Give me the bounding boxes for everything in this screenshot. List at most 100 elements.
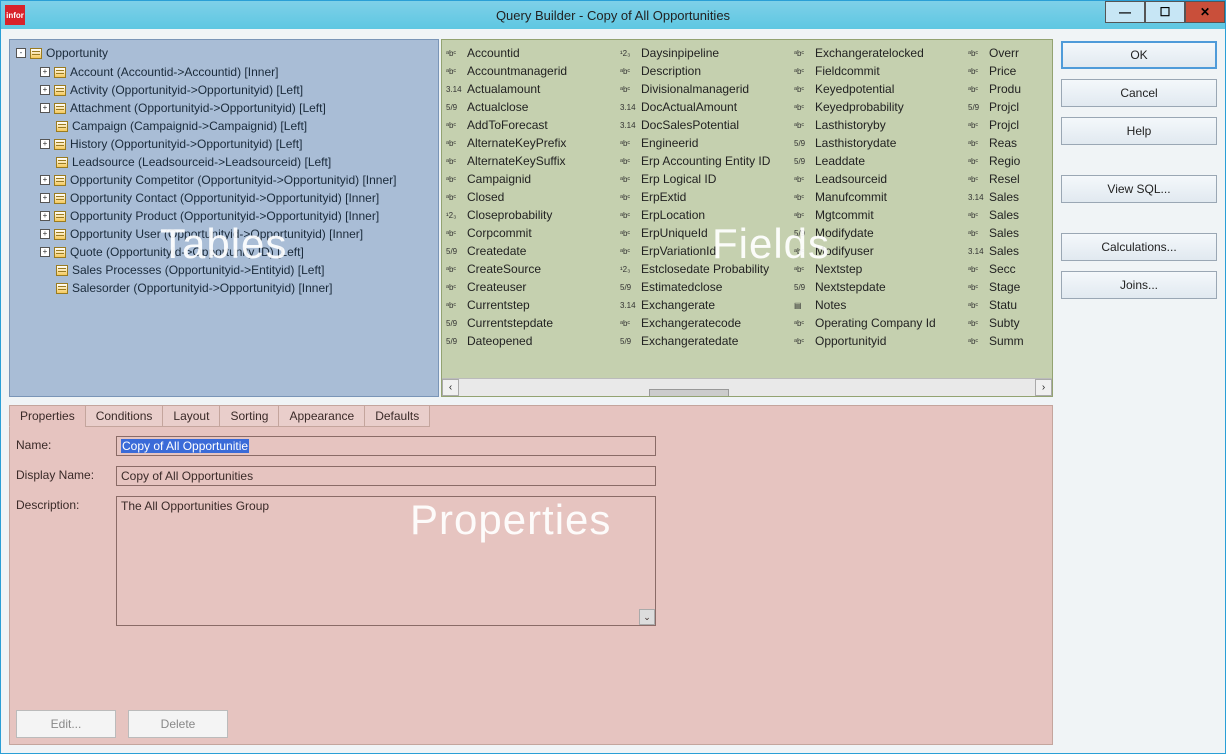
field-item[interactable]: 5/9Actualclose — [446, 98, 620, 116]
expand-icon[interactable]: + — [40, 103, 50, 113]
view-sql-button[interactable]: View SQL... — [1061, 175, 1217, 203]
field-item[interactable]: 5/9Leaddate — [794, 152, 968, 170]
field-item[interactable]: ᵃbᶜReas — [968, 134, 1028, 152]
description-textarea[interactable]: The All Opportunities Group ⌄ — [116, 496, 656, 626]
tree-item[interactable]: +Quote (Opportunityid->Opportunity ID) [… — [40, 243, 432, 261]
tab-defaults[interactable]: Defaults — [364, 405, 430, 427]
expand-icon[interactable]: + — [40, 193, 50, 203]
field-item[interactable]: 3.14Exchangerate — [620, 296, 794, 314]
maximize-button[interactable]: ☐ — [1145, 1, 1185, 23]
field-item[interactable]: ᵃbᶜExchangeratelocked — [794, 44, 968, 62]
tree-item[interactable]: +Account (Accountid->Accountid) [Inner] — [40, 63, 432, 81]
field-item[interactable]: ¹2₃Closeprobability — [446, 206, 620, 224]
tree-item[interactable]: +Attachment (Opportunityid->Opportunityi… — [40, 99, 432, 117]
field-item[interactable]: ᵃbᶜPrice — [968, 62, 1028, 80]
delete-button[interactable]: Delete — [128, 710, 228, 738]
scroll-thumb[interactable] — [649, 389, 729, 398]
tab-layout[interactable]: Layout — [162, 405, 220, 427]
expand-icon[interactable]: + — [40, 229, 50, 239]
field-item[interactable]: ᵃbᶜSales — [968, 206, 1028, 224]
field-item[interactable]: ᵃbᶜMgtcommit — [794, 206, 968, 224]
field-item[interactable]: ᵃbᶜLasthistoryby — [794, 116, 968, 134]
fields-horizontal-scrollbar[interactable]: ‹ › — [442, 378, 1052, 396]
tab-conditions[interactable]: Conditions — [85, 405, 164, 427]
field-item[interactable]: ᵃbᶜCreateuser — [446, 278, 620, 296]
field-item[interactable]: ᵃbᶜFieldcommit — [794, 62, 968, 80]
field-item[interactable]: ᵃbᶜSecc — [968, 260, 1028, 278]
tree-item[interactable]: +Opportunity Contact (Opportunityid->Opp… — [40, 189, 432, 207]
field-item[interactable]: 5/9Estimatedclose — [620, 278, 794, 296]
field-item[interactable]: 3.14DocSalesPotential — [620, 116, 794, 134]
field-item[interactable]: ᵃbᶜAlternateKeyPrefix — [446, 134, 620, 152]
field-item[interactable]: 3.14Sales — [968, 242, 1028, 260]
field-item[interactable]: ᵃbᶜOpportunityid — [794, 332, 968, 350]
expand-icon[interactable]: + — [40, 67, 50, 77]
field-item[interactable]: ᵃbᶜOverr — [968, 44, 1028, 62]
field-item[interactable]: ᵃbᶜKeyedprobability — [794, 98, 968, 116]
textarea-scroll-down-icon[interactable]: ⌄ — [639, 609, 655, 625]
field-item[interactable]: ᵃbᶜAlternateKeySuffix — [446, 152, 620, 170]
field-item[interactable]: ᵃbᶜCampaignid — [446, 170, 620, 188]
tree-item[interactable]: +Opportunity Product (Opportunityid->Opp… — [40, 207, 432, 225]
field-item[interactable]: ᵃbᶜRegio — [968, 152, 1028, 170]
field-item[interactable]: 5/9Currentstepdate — [446, 314, 620, 332]
field-item[interactable]: ᵃbᶜSumm — [968, 332, 1028, 350]
field-item[interactable]: ᵃbᶜErpUniqueId — [620, 224, 794, 242]
tables-pane[interactable]: - Opportunity +Account (Accountid->Accou… — [9, 39, 439, 397]
field-item[interactable]: ᵃbᶜResel — [968, 170, 1028, 188]
field-item[interactable]: ᵃbᶜErpLocation — [620, 206, 794, 224]
field-item[interactable]: ᵃbᶜOperating Company Id — [794, 314, 968, 332]
expand-icon[interactable]: + — [40, 211, 50, 221]
field-item[interactable]: ᵃbᶜErpVariationId — [620, 242, 794, 260]
field-item[interactable]: ᵃbᶜStatu — [968, 296, 1028, 314]
field-item[interactable]: ᵃbᶜErpExtid — [620, 188, 794, 206]
tree-item[interactable]: Sales Processes (Opportunityid->Entityid… — [40, 261, 432, 279]
field-item[interactable]: ᵃbᶜCreateSource — [446, 260, 620, 278]
tab-appearance[interactable]: Appearance — [278, 405, 365, 427]
tree-item[interactable]: +Opportunity Competitor (Opportunityid->… — [40, 171, 432, 189]
field-item[interactable]: ᵃbᶜCurrentstep — [446, 296, 620, 314]
field-item[interactable]: ᵃbᶜDescription — [620, 62, 794, 80]
tree-item[interactable]: +Opportunity User (Opportunityid->Opport… — [40, 225, 432, 243]
field-item[interactable]: ᵃbᶜErp Logical ID — [620, 170, 794, 188]
field-item[interactable]: ᵃbᶜNextstep — [794, 260, 968, 278]
help-button[interactable]: Help — [1061, 117, 1217, 145]
collapse-icon[interactable]: - — [16, 48, 26, 58]
field-item[interactable]: ᵃbᶜEngineerid — [620, 134, 794, 152]
field-item[interactable]: ᵃbᶜProdu — [968, 80, 1028, 98]
fields-pane[interactable]: ᵃbᶜAccountidᵃbᶜAccountmanagerid3.14Actua… — [441, 39, 1053, 397]
tab-sorting[interactable]: Sorting — [219, 405, 279, 427]
field-item[interactable]: 3.14Sales — [968, 188, 1028, 206]
field-item[interactable]: 5/9Nextstepdate — [794, 278, 968, 296]
calculations-button[interactable]: Calculations... — [1061, 233, 1217, 261]
field-item[interactable]: 5/9Lasthistorydate — [794, 134, 968, 152]
expand-icon[interactable]: + — [40, 85, 50, 95]
field-item[interactable]: ᵃbᶜCorpcommit — [446, 224, 620, 242]
expand-icon[interactable]: + — [40, 247, 50, 257]
field-item[interactable]: ¹2₃Estclosedate Probability — [620, 260, 794, 278]
field-item[interactable]: ᵃbᶜAddToForecast — [446, 116, 620, 134]
field-item[interactable]: ▤Notes — [794, 296, 968, 314]
joins-button[interactable]: Joins... — [1061, 271, 1217, 299]
edit-button[interactable]: Edit... — [16, 710, 116, 738]
field-item[interactable]: 5/9Modifydate — [794, 224, 968, 242]
field-item[interactable]: ᵃbᶜDivisionalmanagerid — [620, 80, 794, 98]
field-item[interactable]: ᵃbᶜSales — [968, 224, 1028, 242]
tree-item[interactable]: +Activity (Opportunityid->Opportunityid)… — [40, 81, 432, 99]
field-item[interactable]: ᵃbᶜStage — [968, 278, 1028, 296]
scroll-right-icon[interactable]: › — [1035, 379, 1052, 396]
field-item[interactable]: 5/9Projcl — [968, 98, 1028, 116]
scroll-left-icon[interactable]: ‹ — [442, 379, 459, 396]
field-item[interactable]: 3.14DocActualAmount — [620, 98, 794, 116]
field-item[interactable]: ᵃbᶜAccountmanagerid — [446, 62, 620, 80]
field-item[interactable]: ᵃbᶜClosed — [446, 188, 620, 206]
minimize-button[interactable]: — — [1105, 1, 1145, 23]
close-button[interactable]: ✕ — [1185, 1, 1225, 23]
field-item[interactable]: ᵃbᶜExchangeratecode — [620, 314, 794, 332]
name-input[interactable]: Copy of All Opportunitie — [116, 436, 656, 456]
field-item[interactable]: ¹2₃Daysinpipeline — [620, 44, 794, 62]
field-item[interactable]: 5/9Exchangeratedate — [620, 332, 794, 350]
field-item[interactable]: 3.14Actualamount — [446, 80, 620, 98]
ok-button[interactable]: OK — [1061, 41, 1217, 69]
field-item[interactable]: ᵃbᶜManufcommit — [794, 188, 968, 206]
